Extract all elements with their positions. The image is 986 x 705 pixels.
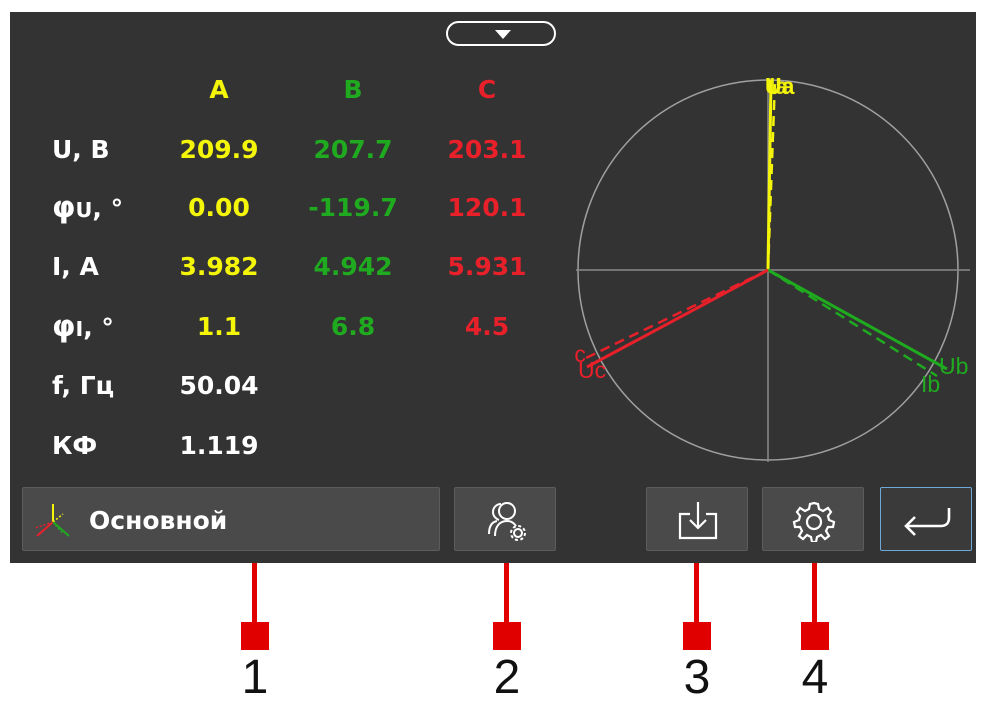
phase-axes-icon [34,504,70,537]
header-phase-c: C [477,75,497,104]
vector-uc [586,268,769,369]
callout-marker-2 [493,622,521,650]
voltage-c: 203.1 [447,135,527,164]
callout-line-3 [694,563,699,628]
voltage-a: 209.9 [179,135,259,164]
device-screen: A B C U, В 209.9 207.7 203.1 φU, ° 0.00 … [10,12,976,563]
vector-ub [767,268,948,371]
header-phase-a: A [209,75,229,104]
voltage-b: 207.7 [313,135,393,164]
callout-marker-4 [801,622,829,650]
phi-i-a: 1.1 [196,312,242,341]
callout-number-1: 1 [241,651,269,704]
callout-line-1 [252,563,257,628]
mode-button[interactable]: Основной [22,487,440,551]
users-settings-icon [488,502,526,541]
form-factor-value: 1.119 [179,431,259,460]
label-ib: Ib [921,371,940,397]
current-c: 5.931 [447,252,527,281]
current-b: 4.942 [313,252,393,281]
callout-marker-1 [241,622,269,650]
frequency-value: 50.04 [179,371,259,400]
phi-u-b: -119.7 [308,193,398,222]
callout-line-2 [504,563,509,628]
vector-diagram: Ua Ia Ub Ib Ic Uc [574,73,970,462]
vector-ib [767,268,938,378]
header-phase-b: B [343,75,363,104]
row-label-voltage: U, В [52,135,110,164]
download-icon [678,502,718,540]
return-arrow-icon [904,508,951,536]
current-a: 3.982 [179,252,259,281]
chevron-down-icon [495,30,511,39]
download-button[interactable] [646,487,748,551]
mode-label: Основной [89,506,228,535]
phi-i-c: 4.5 [464,312,510,341]
callout-number-3: 3 [683,651,711,704]
callout-number-4: 4 [801,651,829,704]
dropdown-handle[interactable] [446,21,556,46]
callout-number-2: 2 [493,651,521,704]
phi-u-a: 0.00 [188,193,250,222]
back-button[interactable] [880,487,972,551]
row-label-current: I, A [52,252,99,281]
label-ia: Ia [769,73,788,99]
label-ub: Ub [939,353,968,379]
callout-marker-3 [683,622,711,650]
settings-button[interactable] [762,487,864,551]
row-label-form-factor: КФ [52,431,98,460]
label-uc: Uc [578,357,606,383]
gear-icon [792,501,836,542]
row-label-phi-u: φU, ° [52,190,124,225]
phi-u-c: 120.1 [447,193,527,222]
row-label-phi-i: φI, ° [52,309,114,344]
bottom-toolbar: Основной [10,485,976,555]
callout-line-4 [812,563,817,628]
phi-i-b: 6.8 [330,312,376,341]
row-label-frequency: f, Гц [52,371,115,400]
profile-settings-button[interactable] [454,487,556,551]
